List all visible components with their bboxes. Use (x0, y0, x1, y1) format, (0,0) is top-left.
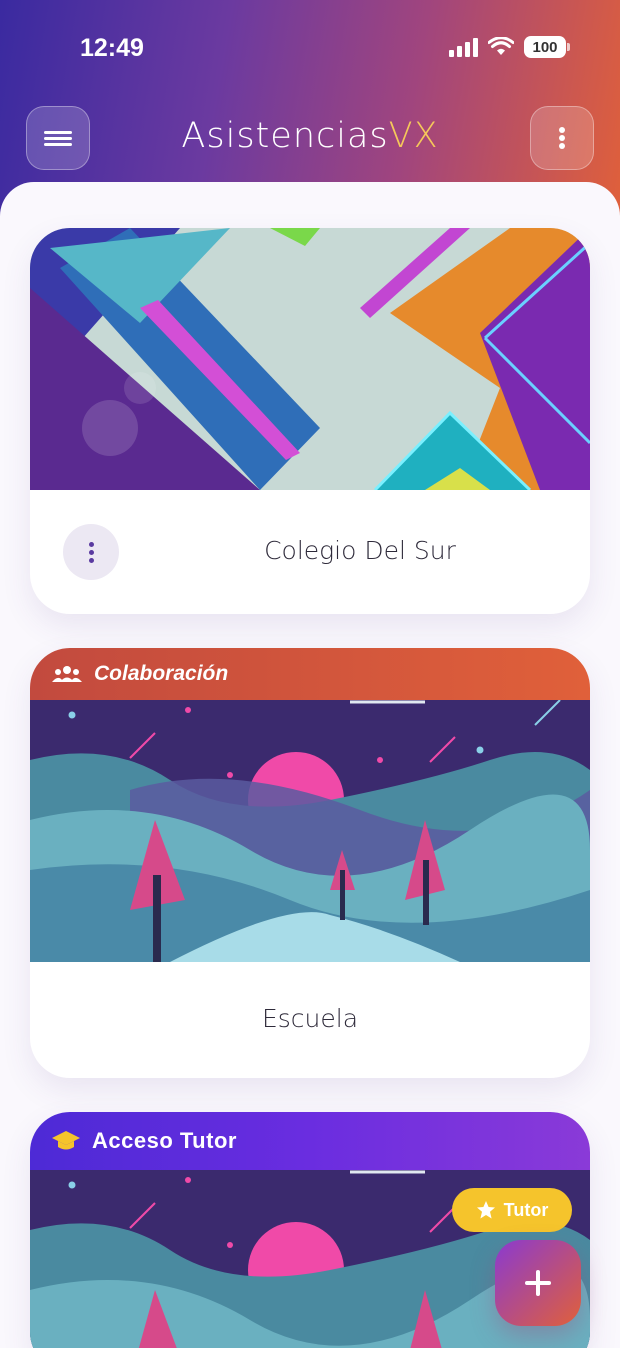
tutor-badge-label: Tutor (503, 1199, 549, 1220)
course-card[interactable]: Colaboración Escuela (30, 648, 590, 1078)
plus-icon (525, 1270, 551, 1296)
app-title-accent: VX (388, 116, 439, 156)
kebab-icon (559, 125, 565, 151)
tutor-access-label: Acceso Tutor (92, 1128, 237, 1153)
course-card[interactable]: Colegio Del Sur (30, 228, 590, 614)
card-options-button[interactable] (63, 524, 119, 580)
graduation-cap-icon (52, 1131, 80, 1150)
app-title-main: Asistencias (181, 116, 389, 156)
status-icons: 100 (449, 36, 570, 58)
collaboration-banner: Colaboración (30, 648, 590, 700)
star-icon (476, 1201, 495, 1219)
tutor-access-banner: Acceso Tutor (30, 1112, 590, 1170)
collaboration-label: Colaboración (94, 662, 229, 685)
add-button[interactable] (495, 1240, 581, 1326)
card-cover-image (30, 700, 590, 962)
card-cover-image (30, 228, 590, 490)
app-title: AsistenciasVX (0, 116, 620, 156)
card-title: Colegio Del Sur (264, 536, 456, 565)
status-time: 12:49 (80, 34, 144, 62)
tutor-badge: Tutor (452, 1188, 572, 1232)
more-options-button[interactable] (530, 106, 594, 170)
group-icon (52, 666, 82, 682)
signal-icon (449, 37, 478, 57)
card-title: Escuela (261, 1004, 359, 1033)
wifi-icon (488, 37, 514, 55)
battery-icon: 100 (524, 36, 570, 58)
